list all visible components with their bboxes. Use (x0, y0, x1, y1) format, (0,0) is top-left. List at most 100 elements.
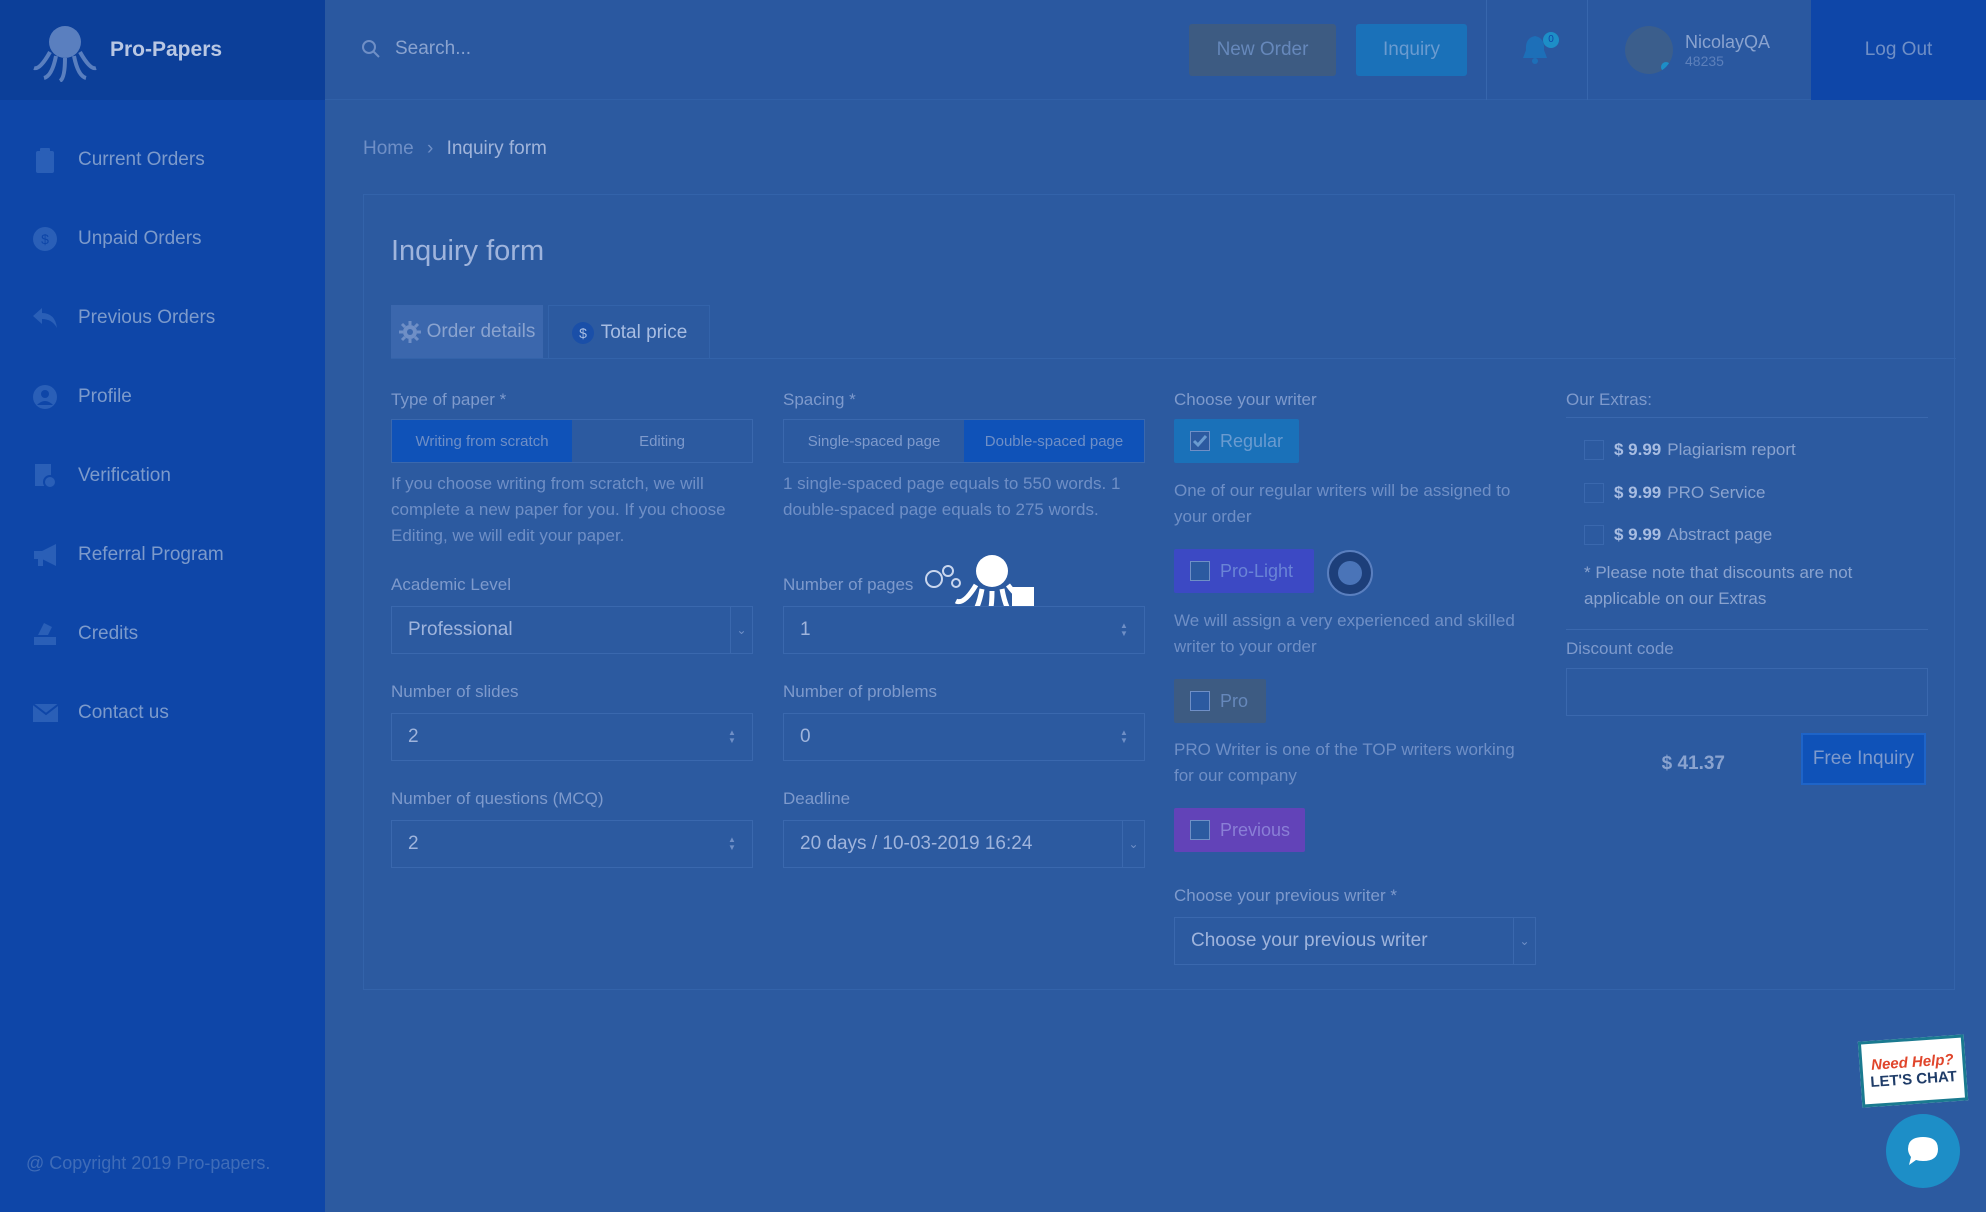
brand-name: Pro-Papers (110, 38, 223, 61)
checkbox-icon (1584, 525, 1604, 545)
extra-plagiarism-report[interactable]: $ 9.99 Plagiarism report (1584, 440, 1796, 460)
previous-writer-select[interactable]: Choose your previous writer ⌄ (1174, 917, 1536, 965)
megaphone-icon (32, 542, 58, 568)
number-of-questions-value: 2 (408, 833, 419, 854)
new-order-button[interactable]: New Order (1189, 24, 1336, 76)
copyright: @ Copyright 2019 Pro-papers. (26, 1153, 271, 1173)
academic-level-label: Academic Level (391, 575, 512, 594)
sidebar-item-unpaid-orders[interactable]: $ Unpaid Orders (0, 199, 325, 278)
credits-icon (32, 621, 58, 647)
number-of-problems-label: Number of problems (783, 682, 938, 701)
sidebar-item-label: Referral Program (78, 543, 224, 565)
sidebar-item-label: Credits (78, 622, 139, 644)
deadline-select[interactable]: 20 days / 10-03-2019 16:24 ⌄ (783, 820, 1145, 868)
discount-code-input[interactable] (1566, 668, 1928, 716)
sidebar-item-verification[interactable]: Verification (0, 436, 325, 515)
user-menu[interactable]: NicolayQA 48235 (1625, 26, 1770, 74)
number-of-questions-input[interactable]: 2 ▲ ▼ (391, 820, 753, 868)
chat-icon (1908, 1137, 1938, 1165)
free-inquiry-button[interactable]: Free Inquiry (1801, 733, 1926, 785)
checkbox-icon (1190, 691, 1210, 711)
spacing-toggle: Single-spaced page Double-spaced page (783, 419, 1145, 463)
dollar-circle-icon: $ (571, 321, 594, 344)
number-of-questions-label: Number of questions (MCQ) (391, 789, 604, 808)
search-input[interactable]: Search... (395, 38, 471, 60)
previous-writer-label: Choose your previous writer * (1174, 886, 1397, 905)
tab-divider (391, 358, 1956, 359)
user-id: 48235 (1685, 52, 1724, 69)
writer-pro-option[interactable]: Pro (1174, 679, 1266, 723)
number-of-problems-value: 0 (800, 726, 811, 747)
extra-abstract-page[interactable]: $ 9.99 Abstract page (1584, 525, 1772, 545)
extra-price: $ 9.99 (1614, 525, 1662, 544)
sidebar-item-previous-orders[interactable]: Previous Orders (0, 278, 325, 357)
extras-label: Our Extras: (1566, 390, 1652, 409)
badge-icon (1327, 550, 1373, 596)
academic-level-select[interactable]: Professional ⌄ (391, 606, 753, 654)
sidebar-item-label: Profile (78, 385, 132, 407)
previous-writer-value: Choose your previous writer (1191, 930, 1428, 951)
sidebar-item-referral-program[interactable]: Referral Program (0, 515, 325, 594)
chat-button[interactable] (1886, 1114, 1960, 1188)
sidebar-item-credits[interactable]: Credits (0, 594, 325, 673)
svg-text:$: $ (41, 231, 49, 247)
stepper-icon[interactable]: ▲ ▼ (726, 836, 738, 852)
sidebar-item-current-orders[interactable]: Current Orders (0, 120, 325, 199)
writer-pro-light-help: We will assign a very experienced and sk… (1174, 611, 1515, 656)
extra-pro-service[interactable]: $ 9.99 PRO Service (1584, 483, 1766, 503)
search-box[interactable]: Search... (361, 38, 471, 60)
envelope-icon (32, 700, 58, 726)
notification-badge: 0 (1543, 32, 1559, 48)
header-divider (1486, 0, 1487, 100)
writer-previous-option[interactable]: Previous (1174, 808, 1305, 852)
sidebar: Pro-Papers Current Orders $ Unpaid Order… (0, 0, 325, 1212)
header-divider (1587, 0, 1588, 100)
breadcrumb-current: Inquiry form (446, 138, 547, 159)
spacing-label: Spacing * (783, 390, 856, 409)
writer-regular-help: One of our regular writers will be assig… (1174, 481, 1511, 526)
double-spaced-option[interactable]: Double-spaced page (964, 420, 1144, 462)
chevron-down-icon: ⌄ (730, 607, 752, 653)
stepper-icon[interactable]: ▲ ▼ (1118, 622, 1130, 638)
tab-label: Total price (600, 321, 688, 343)
single-spaced-option[interactable]: Single-spaced page (784, 420, 964, 462)
stepper-icon[interactable]: ▲ ▼ (1118, 729, 1130, 745)
extra-name: Abstract page (1667, 525, 1773, 544)
stepper-icon[interactable]: ▲ ▼ (726, 729, 738, 745)
sidebar-item-contact-us[interactable]: Contact us (0, 673, 325, 752)
tab-order-details[interactable]: Order details (391, 305, 543, 359)
sidebar-item-label: Contact us (78, 701, 169, 723)
choose-writer-label: Choose your writer (1174, 390, 1317, 409)
sidebar-item-profile[interactable]: Profile (0, 357, 325, 436)
writer-regular-option[interactable]: Regular (1174, 419, 1299, 463)
extras-divider (1566, 417, 1928, 418)
number-of-slides-input[interactable]: 2 ▲ ▼ (391, 713, 753, 761)
dollar-icon: $ (32, 226, 58, 252)
writing-from-scratch-option[interactable]: Writing from scratch (392, 420, 572, 462)
breadcrumb-home[interactable]: Home (363, 138, 414, 159)
tab-total-price[interactable]: $ Total price (548, 305, 710, 359)
chevron-down-icon: ⌄ (1513, 918, 1535, 964)
writer-regular-label: Regular (1220, 430, 1284, 451)
chat-promo-sign[interactable]: Need Help? LET'S CHAT (1857, 1034, 1969, 1108)
notifications[interactable]: 0 (1521, 32, 1559, 69)
number-of-pages-input[interactable]: 1 ▲ ▼ (783, 606, 1145, 654)
sidebar-item-label: Verification (78, 464, 171, 486)
number-of-slides-value: 2 (408, 726, 419, 747)
page-title: Inquiry form (391, 235, 545, 267)
number-of-problems-input[interactable]: 0 ▲ ▼ (783, 713, 1145, 761)
writer-previous-label: Previous (1220, 819, 1291, 840)
deadline-label: Deadline (783, 789, 851, 808)
logo[interactable]: Pro-Papers (0, 0, 325, 100)
breadcrumb: Home › Inquiry form (363, 138, 547, 160)
inquiry-button[interactable]: Inquiry (1356, 24, 1467, 76)
checkbox-checked-icon (1190, 431, 1210, 451)
search-icon (362, 40, 380, 58)
writer-pro-light-option[interactable]: Pro-Light (1174, 549, 1314, 593)
inquiry-card: Inquiry form Order details $ Total price… (363, 194, 1956, 990)
editing-option[interactable]: Editing (572, 420, 752, 462)
gear-icon (398, 321, 421, 343)
logout-button[interactable]: Log Out (1811, 0, 1986, 100)
extras-divider (1566, 629, 1928, 630)
extra-name: PRO Service (1667, 483, 1766, 502)
